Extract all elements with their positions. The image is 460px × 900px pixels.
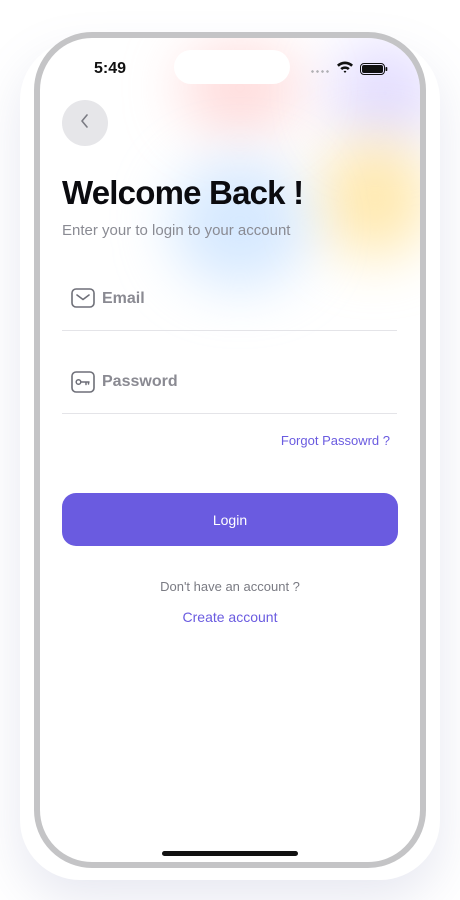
background-blob-yellow xyxy=(320,138,420,258)
password-field xyxy=(62,353,397,414)
login-button[interactable]: Login xyxy=(62,493,398,546)
key-icon xyxy=(71,371,95,398)
email-input[interactable] xyxy=(102,286,382,312)
back-button[interactable] xyxy=(62,100,108,146)
wifi-icon xyxy=(336,60,354,79)
cellular-signal-icon xyxy=(310,70,330,73)
mail-icon xyxy=(71,288,95,313)
create-account-link[interactable]: Create account xyxy=(40,609,420,625)
background-blob-lilac xyxy=(330,38,420,148)
page-title: Welcome Back ! xyxy=(62,174,304,211)
email-field xyxy=(62,270,397,331)
chevron-left-icon xyxy=(79,113,91,134)
screen: 5:49 Welcome Back ! Enter your to login … xyxy=(0,0,460,900)
dynamic-island xyxy=(174,50,290,84)
forgot-password-link[interactable]: Forgot Passowrd ? xyxy=(281,433,390,448)
phone-frame: 5:49 Welcome Back ! Enter your to login … xyxy=(34,32,426,868)
page-subtitle: Enter your to login to your account xyxy=(62,222,291,239)
no-account-prompt: Don't have an account ? xyxy=(160,579,300,594)
password-input[interactable] xyxy=(102,369,382,395)
battery-icon xyxy=(360,62,388,80)
status-time: 5:49 xyxy=(94,60,127,77)
home-indicator[interactable] xyxy=(162,851,298,856)
